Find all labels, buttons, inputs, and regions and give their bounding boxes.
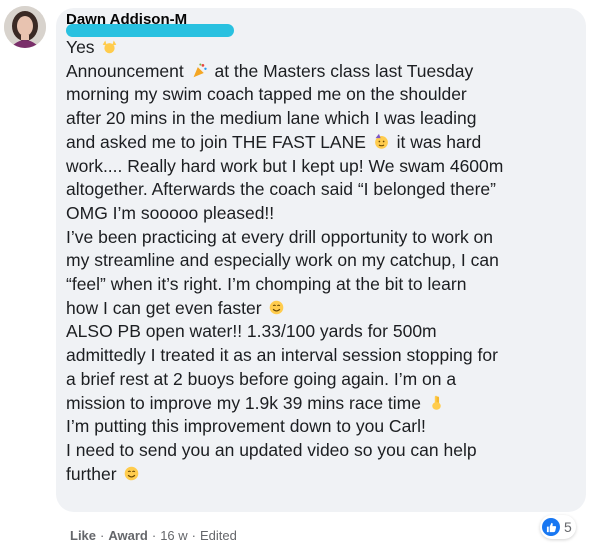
timestamp-link[interactable]: 16 w (160, 528, 187, 543)
like-button[interactable]: Like (70, 528, 96, 543)
comment-line: “feel” when it’s right. I’m chomping at … (66, 274, 467, 295)
comment-line: further (66, 463, 578, 487)
comment-line: morning my swim coach tapped me on the s… (66, 84, 467, 105)
award-button[interactable]: Award (108, 528, 148, 543)
comment-line: admittedly I treated it as an interval s… (66, 345, 498, 366)
comment-line: my streamline and especially work on my … (66, 250, 499, 271)
smiling-face-emoji-icon (125, 466, 139, 480)
profile-photo-icon (4, 6, 46, 48)
comment-actions: Like · Award · 16 w · Edited (70, 528, 237, 543)
separator: · (100, 528, 105, 543)
comment-line: how I can get even faster (66, 297, 578, 321)
thumbs-up-icon (546, 522, 556, 532)
comment-line: I need to send you an updated video so y… (66, 439, 477, 460)
comment-body: Yes Announcement at the Masters class la… (66, 36, 578, 486)
partying-face-emoji-icon (374, 133, 388, 149)
comment-line: after 20 mins in the medium lane which I… (66, 108, 477, 129)
smiling-face-emoji-icon (270, 300, 284, 315)
reaction-count: 5 (564, 519, 572, 535)
reaction-summary[interactable]: 5 (540, 515, 576, 539)
crossed-fingers-emoji-icon (432, 395, 441, 410)
comment-line: ALSO PB open water!! 1.33/100 yards for … (66, 321, 437, 342)
comment-line: I’m putting this improvement down to you… (66, 416, 426, 437)
comment-line: altogether. Afterwards the coach said “I… (66, 179, 496, 200)
comment-line: mission to improve my 1.9k 39 mins race … (66, 392, 578, 416)
comment-line: Yes (66, 36, 578, 60)
comment-line: work.... Really hard work but I kept up!… (66, 155, 504, 176)
raising-hands-emoji-icon (103, 40, 117, 54)
edited-label[interactable]: Edited (200, 528, 237, 543)
separator: · (151, 528, 157, 543)
comment-line: and asked me to join THE FAST LANE it wa… (66, 131, 482, 152)
comment-line: OMG I’m sooooo pleased!! (66, 202, 275, 223)
separator: · (191, 528, 197, 543)
comment-line: a brief rest at 2 buoys before going aga… (66, 368, 457, 389)
like-reaction-icon (542, 518, 560, 536)
party-popper-emoji-icon (193, 63, 207, 78)
avatar[interactable] (4, 6, 46, 48)
comment-line: I’ve been practicing at every drill oppo… (66, 226, 494, 247)
comment-line: Announcement at the Masters class last T… (66, 60, 474, 81)
